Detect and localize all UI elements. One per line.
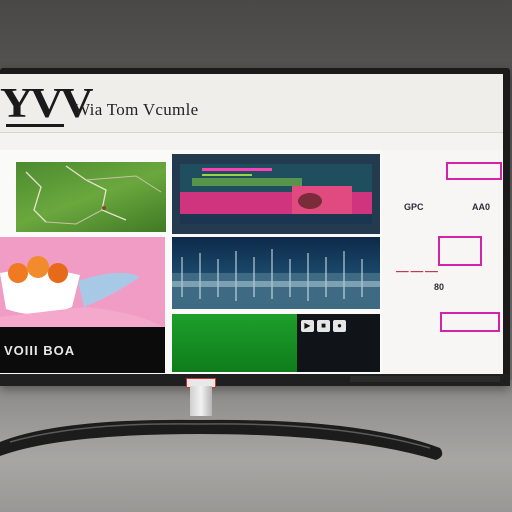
food-thumbnail[interactable] — [0, 237, 165, 327]
monitor-chin-accent — [350, 376, 500, 382]
page-header: YVV Wia Tom Vcumle — [0, 74, 503, 133]
food-caption-bar: VOIII BOA — [0, 327, 165, 373]
stop-icon[interactable]: ■ — [317, 320, 330, 332]
sidebar-row-1: ━━━ ━━━ ━━━ — [396, 269, 438, 276]
food-caption: VOIII BOA — [4, 343, 76, 358]
field-thumbnail[interactable] — [172, 314, 297, 372]
sidebar-label-aa0: AA0 — [472, 202, 491, 212]
logo-underline — [6, 124, 64, 127]
sidebar-label-gpc: GPC — [404, 202, 424, 212]
stadium-thumbnail[interactable] — [172, 237, 380, 309]
sidebar-badge-bottom[interactable] — [440, 312, 500, 332]
map-thumbnail[interactable] — [16, 162, 166, 232]
monitor-stand-base — [0, 419, 443, 460]
record-icon[interactable]: ● — [333, 320, 346, 332]
sidebar-badge-heart[interactable] — [438, 236, 482, 266]
featured-banner-thumbnail[interactable] — [172, 154, 380, 234]
sidebar-label-80: 80 — [434, 282, 445, 292]
site-title[interactable]: Wia Tom Vcumle — [74, 100, 198, 120]
video-player-thumbnail[interactable]: ▶ ■ ● — [297, 314, 380, 372]
map-roads-graphic — [25, 165, 162, 225]
monitor-screen: YVV Wia Tom Vcumle VOIII BOA ▶ ■ ● GPC A… — [0, 74, 503, 374]
sidebar-badge-top[interactable] — [446, 162, 502, 180]
banner-graphic — [180, 164, 372, 224]
sidebar: GPC AA0 ━━━ ━━━ ━━━ 80 — [382, 150, 503, 374]
play-icon[interactable]: ▶ — [301, 320, 314, 332]
crowd-graphic — [172, 249, 380, 309]
bowl-oranges-graphic — [0, 256, 165, 327]
